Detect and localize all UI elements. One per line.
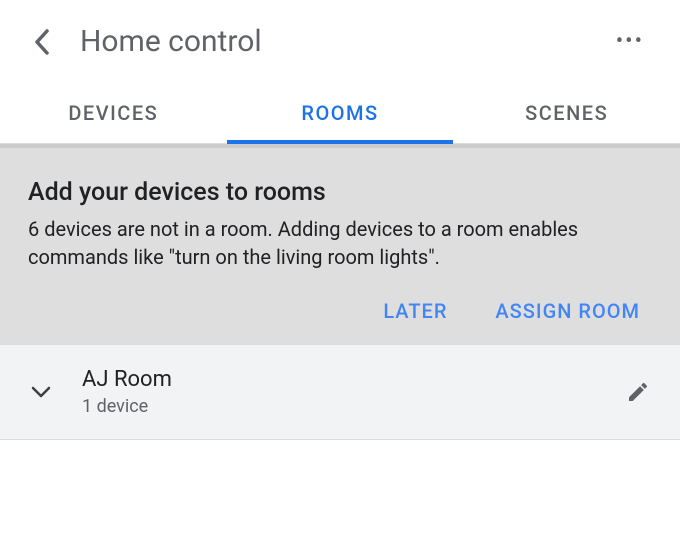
room-list: AJ Room 1 device: [0, 345, 680, 440]
tab-devices[interactable]: DEVICES: [0, 81, 227, 143]
edit-icon[interactable]: [624, 378, 652, 406]
room-name: AJ Room: [82, 367, 624, 392]
assign-room-button[interactable]: ASSIGN ROOM: [495, 299, 640, 323]
assign-rooms-banner: Add your devices to rooms 6 devices are …: [0, 144, 680, 345]
tab-scenes[interactable]: SCENES: [453, 81, 680, 143]
back-icon[interactable]: [28, 28, 56, 56]
room-row[interactable]: AJ Room 1 device: [0, 345, 680, 440]
banner-actions: LATER ASSIGN ROOM: [28, 299, 652, 323]
overflow-menu-icon[interactable]: •••: [616, 29, 652, 54]
app-header: Home control •••: [0, 0, 680, 81]
tab-rooms[interactable]: ROOMS: [227, 81, 454, 143]
chevron-down-icon[interactable]: [28, 379, 54, 405]
banner-title: Add your devices to rooms: [28, 178, 652, 207]
page-title: Home control: [80, 24, 616, 59]
tab-bar: DEVICES ROOMS SCENES: [0, 81, 680, 144]
room-subtitle: 1 device: [82, 396, 624, 417]
room-text: AJ Room 1 device: [82, 367, 624, 417]
later-button[interactable]: LATER: [383, 299, 447, 323]
banner-body: 6 devices are not in a room. Adding devi…: [28, 215, 652, 271]
